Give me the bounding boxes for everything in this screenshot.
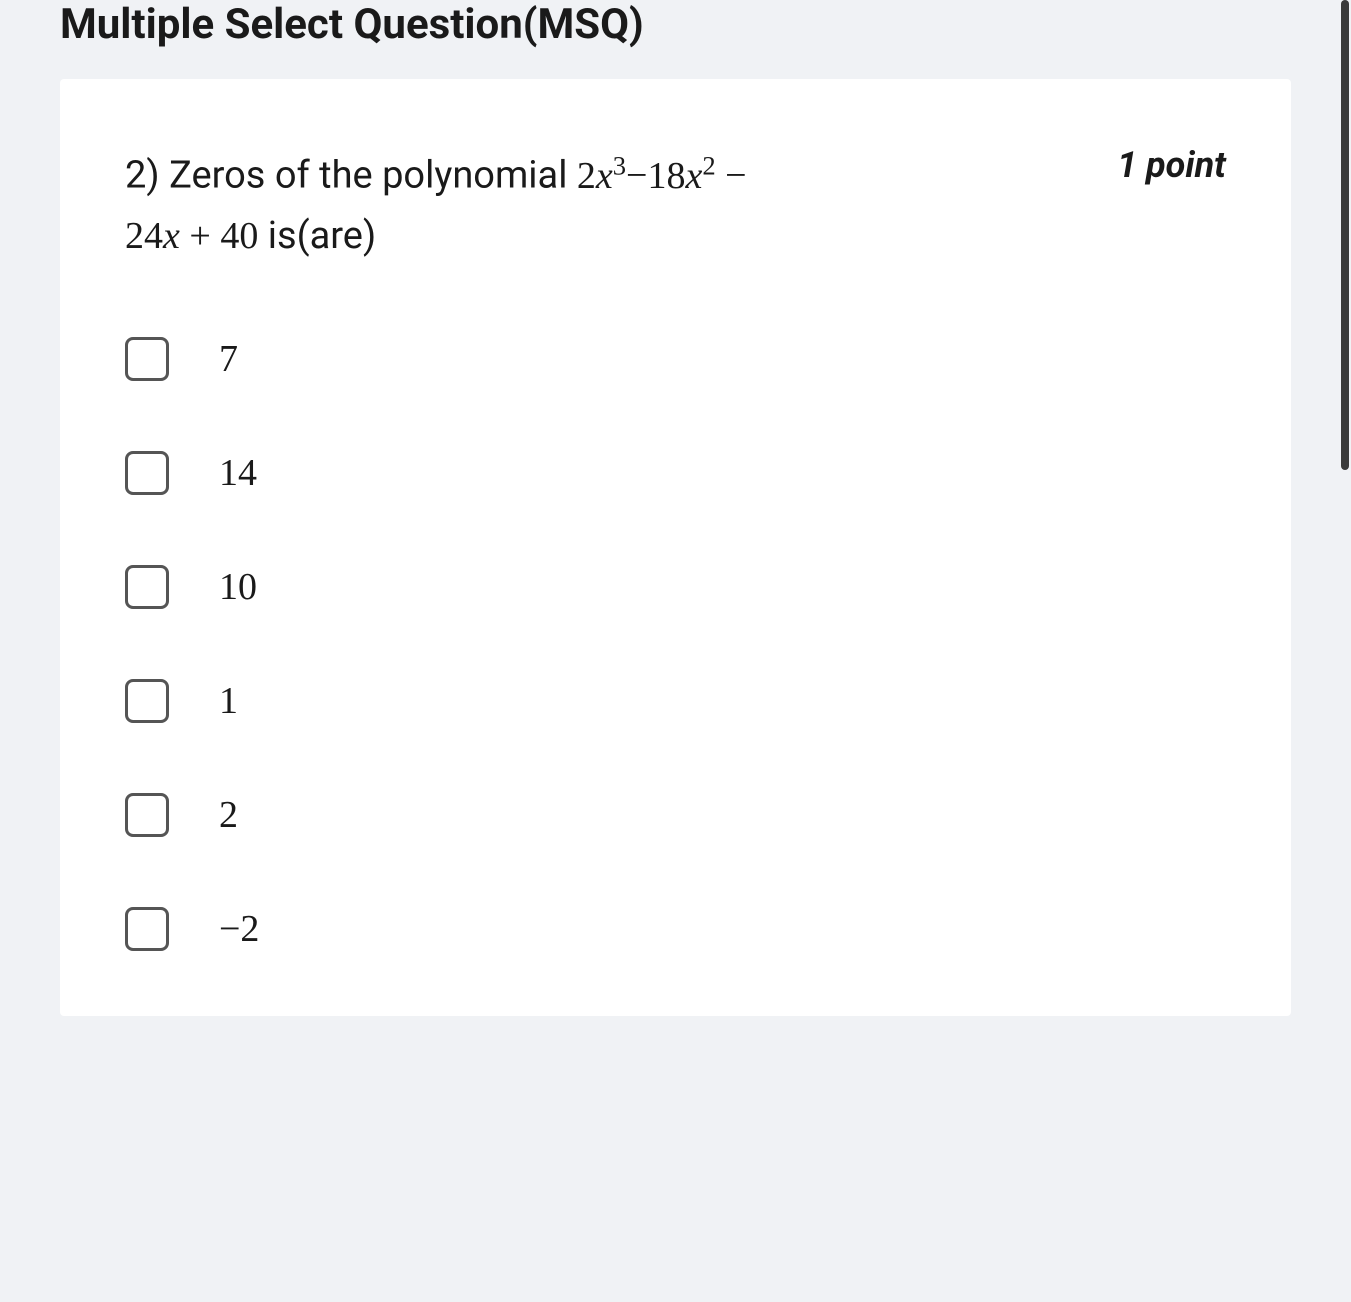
points-label: 1 point <box>1117 144 1226 186</box>
option-row[interactable]: 7 <box>125 337 1226 381</box>
question-card: 2) Zeros of the polynomial 2x3−18x2 − 24… <box>60 79 1291 1016</box>
question-header: 2) Zeros of the polynomial 2x3−18x2 − 24… <box>125 144 1226 267</box>
option-row[interactable]: −2 <box>125 907 1226 951</box>
checkbox[interactable] <box>125 565 169 609</box>
exp: 2 <box>702 150 715 180</box>
checkbox[interactable] <box>125 451 169 495</box>
coef: 18 <box>647 155 685 197</box>
checkbox[interactable] <box>125 679 169 723</box>
option-label: −2 <box>219 907 259 951</box>
coef: 24 <box>125 215 163 257</box>
question-suffix: is(are) <box>258 214 376 258</box>
op3: + <box>180 215 220 257</box>
poly-term1: 2x3 <box>577 155 626 197</box>
var: x <box>685 155 702 197</box>
poly-term4: 40 <box>220 215 258 257</box>
question-text: 2) Zeros of the polynomial 2x3−18x2 − 24… <box>125 144 1097 267</box>
option-row[interactable]: 14 <box>125 451 1226 495</box>
poly-term2: 18x2 <box>647 155 715 197</box>
op2: − <box>716 155 747 197</box>
option-label: 2 <box>219 793 238 837</box>
option-row[interactable]: 1 <box>125 679 1226 723</box>
poly-term3: 24x <box>125 215 180 257</box>
option-label: 10 <box>219 565 257 609</box>
scrollbar-thumb[interactable] <box>1341 0 1349 470</box>
op1: − <box>626 155 647 197</box>
option-row[interactable]: 2 <box>125 793 1226 837</box>
option-label: 14 <box>219 451 257 495</box>
option-label: 7 <box>219 337 238 381</box>
section-title: Multiple Select Question(MSQ) <box>60 0 1291 79</box>
checkbox[interactable] <box>125 337 169 381</box>
exp: 3 <box>613 150 626 180</box>
question-number: 2) <box>125 154 160 198</box>
var: x <box>163 215 180 257</box>
question-prefix: Zeros of the polynomial <box>169 154 577 198</box>
option-row[interactable]: 10 <box>125 565 1226 609</box>
options-list: 7 14 10 1 2 −2 <box>125 337 1226 951</box>
checkbox[interactable] <box>125 907 169 951</box>
coef: 2 <box>577 155 596 197</box>
var: x <box>596 155 613 197</box>
option-label: 1 <box>219 679 238 723</box>
checkbox[interactable] <box>125 793 169 837</box>
scrollbar-track[interactable] <box>1339 0 1351 1302</box>
